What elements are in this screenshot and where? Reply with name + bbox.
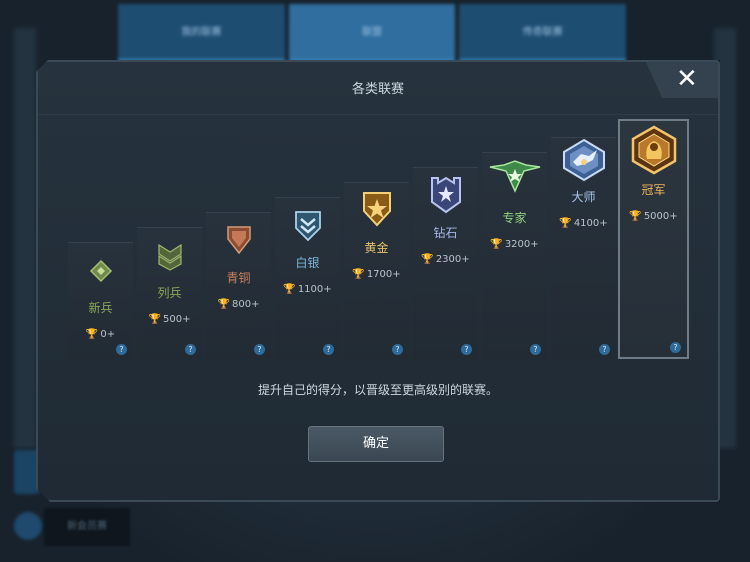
recruit-icon (89, 259, 113, 283)
champion-icon (629, 125, 679, 175)
league-card-private[interactable]: 列兵 🏆 500+ ? (137, 227, 202, 359)
league-score: 🏆 2300+ (421, 254, 470, 265)
trophy-icon: 🏆 (629, 211, 642, 222)
league-card-champion[interactable]: 冠军 🏆 5000+ ? (618, 119, 689, 359)
trophy-icon: 🏆 (352, 269, 365, 280)
master-icon (559, 138, 609, 182)
help-button[interactable]: ? (323, 344, 334, 355)
league-card-gold[interactable]: 黄金 🏆 1700+ ? (344, 182, 409, 359)
diamond-icon (428, 174, 464, 214)
help-button[interactable]: ? (185, 344, 196, 355)
league-name: 大师 (571, 190, 596, 204)
help-button[interactable]: ? (254, 344, 265, 355)
silver-icon (294, 210, 322, 242)
background-tabbar: 我的联赛 联盟 传奇联赛 (118, 4, 630, 62)
league-name: 冠军 (641, 183, 666, 197)
help-button[interactable]: ? (392, 344, 403, 355)
trophy-icon: 🏆 (85, 329, 99, 340)
help-button[interactable]: ? (116, 344, 127, 355)
background-bottom-button: 新会员赛 (44, 508, 130, 546)
league-score: 🏆 4100+ (559, 218, 608, 229)
league-name: 专家 (502, 211, 527, 225)
league-score: 🏆 3200+ (490, 239, 539, 250)
league-list: 新兵 🏆 0+ ? 列兵 🏆 500+ ? 青铜 🏆 800+ ? 白银 🏆 1… (68, 114, 688, 359)
bg-tab-alliance: 联盟 (288, 4, 456, 62)
league-name: 白银 (295, 256, 320, 270)
confirm-button[interactable]: 确定 (308, 426, 444, 462)
private-icon (156, 242, 184, 272)
league-name: 黄金 (364, 241, 389, 255)
modal-title: 各类联赛 (351, 82, 404, 97)
league-name: 青铜 (226, 271, 251, 285)
help-button[interactable]: ? (599, 344, 610, 355)
expert-icon (488, 157, 542, 197)
bronze-icon (226, 225, 252, 255)
league-score: 🏆 1100+ (283, 284, 332, 295)
league-score: 🏆 0+ (85, 329, 116, 340)
leagues-modal: 各类联赛 ✕ 新兵 🏆 0+ ? 列兵 🏆 500+ ? 青铜 🏆 800+ ?… (36, 60, 720, 502)
help-button[interactable]: ? (530, 344, 541, 355)
trophy-icon: 🏆 (559, 218, 572, 229)
help-button[interactable]: ? (670, 342, 681, 353)
league-score: 🏆 800+ (217, 299, 260, 310)
promotion-hint: 提升自己的得分，以晋级至更高级别的联赛。 (257, 383, 498, 397)
league-score: 🏆 500+ (148, 314, 191, 325)
trophy-icon: 🏆 (490, 239, 503, 250)
background-bottom-icon (14, 512, 42, 540)
trophy-icon: 🏆 (421, 254, 434, 265)
league-card-bronze[interactable]: 青铜 🏆 800+ ? (206, 212, 271, 359)
close-icon: ✕ (676, 64, 698, 94)
league-name: 钻石 (433, 226, 458, 240)
modal-titlebar: 各类联赛 (38, 62, 718, 115)
league-name: 新兵 (88, 301, 113, 315)
league-card-expert[interactable]: 专家 🏆 3200+ ? (482, 152, 547, 359)
bg-tab-my-league: 我的联赛 (118, 4, 285, 62)
league-score: 🏆 5000+ (629, 211, 678, 222)
trophy-icon: 🏆 (217, 299, 230, 310)
league-card-diamond[interactable]: 钻石 🏆 2300+ ? (413, 167, 478, 359)
league-card-silver[interactable]: 白银 🏆 1100+ ? (275, 197, 340, 359)
bg-tab-legend: 传奇联赛 (459, 4, 627, 62)
help-button[interactable]: ? (461, 344, 472, 355)
league-card-recruit[interactable]: 新兵 🏆 0+ ? (68, 242, 133, 359)
league-score: 🏆 1700+ (352, 269, 401, 280)
background-panel-left (14, 28, 36, 448)
trophy-icon: 🏆 (148, 314, 161, 325)
league-card-master[interactable]: 大师 🏆 4100+ ? (551, 137, 616, 359)
gold-icon (362, 191, 392, 227)
trophy-icon: 🏆 (283, 284, 296, 295)
league-name: 列兵 (157, 286, 182, 300)
